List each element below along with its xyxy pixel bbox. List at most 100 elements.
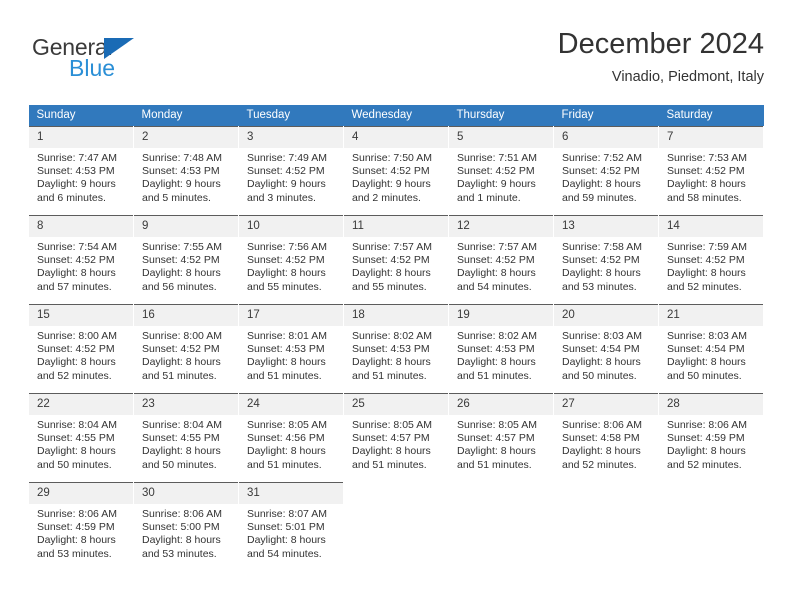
day-daylight2-text: and 57 minutes. — [37, 280, 112, 293]
logo-text-blue: Blue — [69, 55, 116, 81]
calendar-day-cell[interactable]: 2 Sunrise: 7:48 AM Sunset: 4:53 PM Daylight… — [133, 126, 239, 216]
calendar-day-cell[interactable]: 29 Sunrise: 8:06 AM Sunset: 4:59 PM Dayligh… — [28, 482, 134, 571]
day-sunset-text: Sunset: 4:56 PM — [247, 432, 325, 445]
calendar-day-cell[interactable]: 18 Sunrise: 8:02 AM Sunset: 4:53 PM Dayligh… — [343, 304, 449, 394]
day-daylight1-text: Daylight: 8 hours — [352, 267, 431, 280]
day-daylight1-text: Daylight: 8 hours — [37, 267, 116, 280]
day-number: 11 — [344, 216, 448, 237]
calendar-day-cell[interactable]: 30 Sunrise: 8:06 AM Sunset: 5:00 PM Dayligh… — [133, 482, 239, 571]
weekday-header-tuesday: Tuesday — [238, 105, 344, 127]
day-daylight2-text: and 50 minutes. — [562, 369, 637, 382]
day-daylight2-text: and 51 minutes. — [247, 369, 322, 382]
day-sunset-text: Sunset: 4:55 PM — [37, 432, 115, 445]
day-sunset-text: Sunset: 4:58 PM — [562, 432, 640, 445]
calendar-day-cell[interactable]: 7 Sunrise: 7:53 AM Sunset: 4:52 PM Daylight… — [658, 126, 764, 216]
day-daylight2-text: and 52 minutes. — [37, 369, 112, 382]
day-info — [659, 504, 763, 508]
calendar-day-cell[interactable]: 16 Sunrise: 8:00 AM Sunset: 4:52 PM Dayligh… — [133, 304, 239, 394]
day-sunrise-text: Sunrise: 7:50 AM — [352, 152, 432, 164]
calendar-day-cell[interactable]: 1 Sunrise: 7:47 AM Sunset: 4:53 PM Daylight… — [28, 126, 134, 216]
day-daylight2-text: and 6 minutes. — [37, 191, 106, 204]
day-number: 13 — [554, 216, 658, 237]
day-info: Sunrise: 7:49 AM Sunset: 4:52 PM Daylight:… — [239, 148, 343, 205]
day-sunrise-text: Sunrise: 8:05 AM — [247, 419, 327, 431]
calendar-day-cell[interactable]: 3 Sunrise: 7:49 AM Sunset: 4:52 PM Daylight… — [238, 126, 344, 216]
generalblue-logo[interactable]: General Blue — [32, 34, 182, 90]
calendar-day-cell[interactable]: 14 Sunrise: 7:59 AM Sunset: 4:52 PM Dayligh… — [658, 215, 764, 305]
weekday-header-monday: Monday — [133, 105, 239, 127]
day-daylight2-text: and 54 minutes. — [247, 547, 322, 560]
day-sunset-text: Sunset: 4:52 PM — [142, 343, 220, 356]
day-info: Sunrise: 7:57 AM Sunset: 4:52 PM Daylight:… — [449, 237, 553, 294]
day-info: Sunrise: 7:54 AM Sunset: 4:52 PM Daylight:… — [29, 237, 133, 294]
day-info: Sunrise: 8:05 AM Sunset: 4:57 PM Daylight:… — [344, 415, 448, 472]
day-sunset-text: Sunset: 4:54 PM — [667, 343, 745, 356]
day-daylight1-text: Daylight: 8 hours — [37, 445, 116, 458]
day-sunrise-text: Sunrise: 8:04 AM — [142, 419, 222, 431]
calendar-day-cell[interactable]: 27 Sunrise: 8:06 AM Sunset: 4:58 PM Dayligh… — [553, 393, 659, 483]
calendar-day-cell[interactable]: 10 Sunrise: 7:56 AM Sunset: 4:52 PM Dayligh… — [238, 215, 344, 305]
day-number: 21 — [659, 305, 763, 326]
calendar-day-cell[interactable]: 28 Sunrise: 8:06 AM Sunset: 4:59 PM Dayligh… — [658, 393, 764, 483]
calendar-day-cell[interactable]: 11 Sunrise: 7:57 AM Sunset: 4:52 PM Dayligh… — [343, 215, 449, 305]
day-sunrise-text: Sunrise: 7:51 AM — [457, 152, 537, 164]
day-daylight2-text: and 51 minutes. — [352, 369, 427, 382]
day-number: 15 — [29, 305, 133, 326]
day-sunrise-text: Sunrise: 7:54 AM — [37, 241, 117, 253]
day-sunset-text: Sunset: 4:53 PM — [352, 343, 430, 356]
day-daylight1-text: Daylight: 8 hours — [142, 534, 221, 547]
day-number: 28 — [659, 394, 763, 415]
day-info: Sunrise: 8:07 AM Sunset: 5:01 PM Daylight:… — [239, 504, 343, 561]
day-daylight1-text: Daylight: 8 hours — [352, 356, 431, 369]
day-daylight1-text: Daylight: 8 hours — [352, 445, 431, 458]
calendar-day-cell[interactable]: 4 Sunrise: 7:50 AM Sunset: 4:52 PM Daylight… — [343, 126, 449, 216]
day-sunset-text: Sunset: 4:52 PM — [37, 254, 115, 267]
day-number: 27 — [554, 394, 658, 415]
calendar-day-cell[interactable]: 6 Sunrise: 7:52 AM Sunset: 4:52 PM Daylight… — [553, 126, 659, 216]
day-sunrise-text: Sunrise: 8:06 AM — [142, 508, 222, 520]
day-sunset-text: Sunset: 4:52 PM — [247, 165, 325, 178]
day-info — [554, 504, 658, 508]
calendar-day-cell[interactable]: 21 Sunrise: 8:03 AM Sunset: 4:54 PM Dayligh… — [658, 304, 764, 394]
calendar-week-row: 8 Sunrise: 7:54 AM Sunset: 4:52 PM Daylight… — [28, 215, 764, 305]
day-number: 8 — [29, 216, 133, 237]
weekday-header-thursday: Thursday — [448, 105, 554, 127]
day-sunrise-text: Sunrise: 7:57 AM — [457, 241, 537, 253]
day-info: Sunrise: 8:05 AM Sunset: 4:57 PM Daylight:… — [449, 415, 553, 472]
day-sunrise-text: Sunrise: 8:00 AM — [142, 330, 222, 342]
calendar-day-cell[interactable]: 23 Sunrise: 8:04 AM Sunset: 4:55 PM Dayligh… — [133, 393, 239, 483]
calendar-day-cell[interactable]: 22 Sunrise: 8:04 AM Sunset: 4:55 PM Dayligh… — [28, 393, 134, 483]
day-sunrise-text: Sunrise: 7:58 AM — [562, 241, 642, 253]
day-daylight1-text: Daylight: 8 hours — [247, 267, 326, 280]
calendar-day-cell[interactable]: 9 Sunrise: 7:55 AM Sunset: 4:52 PM Daylight… — [133, 215, 239, 305]
day-daylight1-text: Daylight: 9 hours — [37, 178, 116, 191]
day-sunrise-text: Sunrise: 7:53 AM — [667, 152, 747, 164]
title-block: December 2024 Vinadio, Piedmont, Italy — [558, 26, 764, 88]
calendar-day-cell[interactable]: 15 Sunrise: 8:00 AM Sunset: 4:52 PM Dayligh… — [28, 304, 134, 394]
day-daylight1-text: Daylight: 9 hours — [247, 178, 326, 191]
calendar-day-cell[interactable]: 19 Sunrise: 8:02 AM Sunset: 4:53 PM Dayligh… — [448, 304, 554, 394]
day-sunset-text: Sunset: 4:59 PM — [37, 521, 115, 534]
calendar-day-cell[interactable]: 13 Sunrise: 7:58 AM Sunset: 4:52 PM Dayligh… — [553, 215, 659, 305]
calendar-day-cell[interactable]: 26 Sunrise: 8:05 AM Sunset: 4:57 PM Dayligh… — [448, 393, 554, 483]
day-daylight1-text: Daylight: 8 hours — [457, 356, 536, 369]
calendar-day-cell[interactable]: 31 Sunrise: 8:07 AM Sunset: 5:01 PM Dayligh… — [238, 482, 344, 571]
day-sunset-text: Sunset: 4:52 PM — [142, 254, 220, 267]
calendar-day-cell[interactable]: 5 Sunrise: 7:51 AM Sunset: 4:52 PM Daylight… — [448, 126, 554, 216]
calendar-day-cell[interactable]: 8 Sunrise: 7:54 AM Sunset: 4:52 PM Daylight… — [28, 215, 134, 305]
day-sunset-text: Sunset: 4:52 PM — [562, 165, 640, 178]
calendar-empty-cell — [448, 482, 554, 571]
day-daylight1-text: Daylight: 8 hours — [667, 445, 746, 458]
day-sunset-text: Sunset: 4:53 PM — [37, 165, 115, 178]
calendar-day-cell[interactable]: 25 Sunrise: 8:05 AM Sunset: 4:57 PM Dayligh… — [343, 393, 449, 483]
calendar-day-cell[interactable]: 17 Sunrise: 8:01 AM Sunset: 4:53 PM Dayligh… — [238, 304, 344, 394]
day-info: Sunrise: 8:04 AM Sunset: 4:55 PM Daylight:… — [134, 415, 238, 472]
calendar-body: 1 Sunrise: 7:47 AM Sunset: 4:53 PM Daylight… — [28, 126, 764, 571]
calendar-day-cell[interactable]: 20 Sunrise: 8:03 AM Sunset: 4:54 PM Dayligh… — [553, 304, 659, 394]
calendar-day-cell[interactable]: 24 Sunrise: 8:05 AM Sunset: 4:56 PM Dayligh… — [238, 393, 344, 483]
day-sunset-text: Sunset: 4:53 PM — [457, 343, 535, 356]
day-daylight2-text: and 56 minutes. — [142, 280, 217, 293]
day-daylight2-text: and 55 minutes. — [352, 280, 427, 293]
day-number: 6 — [554, 127, 658, 148]
calendar-day-cell[interactable]: 12 Sunrise: 7:57 AM Sunset: 4:52 PM Dayligh… — [448, 215, 554, 305]
